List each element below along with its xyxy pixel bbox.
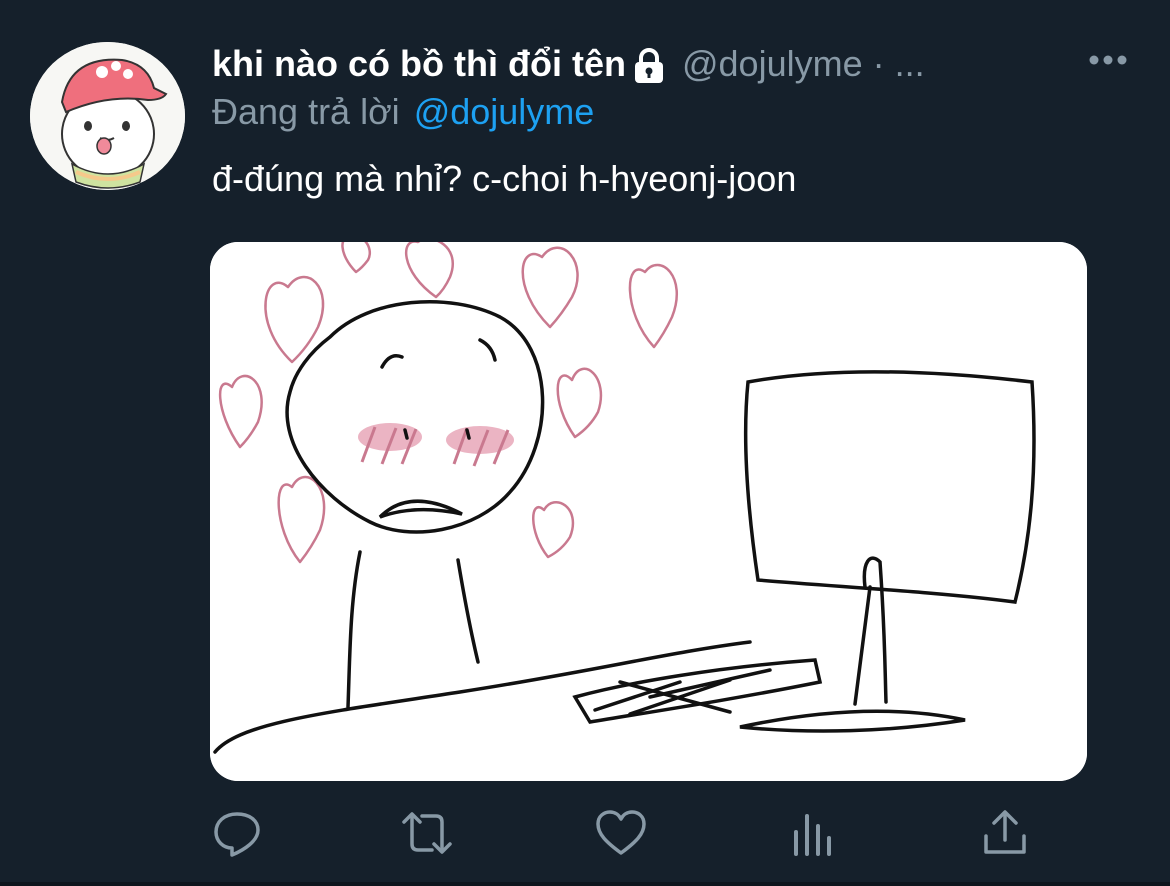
tweet-text: đ-đúng mà nhỉ? c-choi h-hyeonj-joon — [212, 158, 797, 199]
share-icon — [984, 810, 1026, 854]
share-button[interactable] — [978, 808, 1032, 858]
analytics-button[interactable] — [787, 808, 841, 858]
analytics-icon — [794, 814, 831, 856]
media-drawing — [210, 242, 1087, 781]
handle-and-time[interactable]: @dojulyme · ... — [682, 43, 925, 85]
reply-button[interactable] — [210, 808, 264, 858]
like-button[interactable] — [594, 808, 648, 858]
replying-to: Đang trả lời @dojulyme — [212, 88, 594, 136]
heart-icon — [596, 810, 646, 855]
divider — [0, 882, 1170, 886]
tweet-media-image[interactable] — [210, 242, 1087, 781]
tweet[interactable]: khi nào có bồ thì đổi tên @dojulyme · ..… — [0, 0, 1170, 886]
retweet-icon — [402, 812, 452, 854]
reply-icon — [214, 812, 260, 857]
replying-to-mention[interactable]: @dojulyme — [414, 91, 595, 133]
retweet-button[interactable] — [400, 808, 454, 858]
more-icon[interactable] — [1088, 50, 1128, 70]
avatar-drawing — [30, 42, 185, 190]
tweet-header: khi nào có bồ thì đổi tên @dojulyme · ..… — [212, 38, 925, 90]
tweet-actions — [0, 800, 1170, 864]
lock-icon — [630, 47, 668, 85]
avatar[interactable] — [30, 42, 185, 190]
display-name[interactable]: khi nào có bồ thì đổi tên — [212, 43, 626, 85]
replying-to-label: Đang trả lời — [212, 91, 400, 132]
